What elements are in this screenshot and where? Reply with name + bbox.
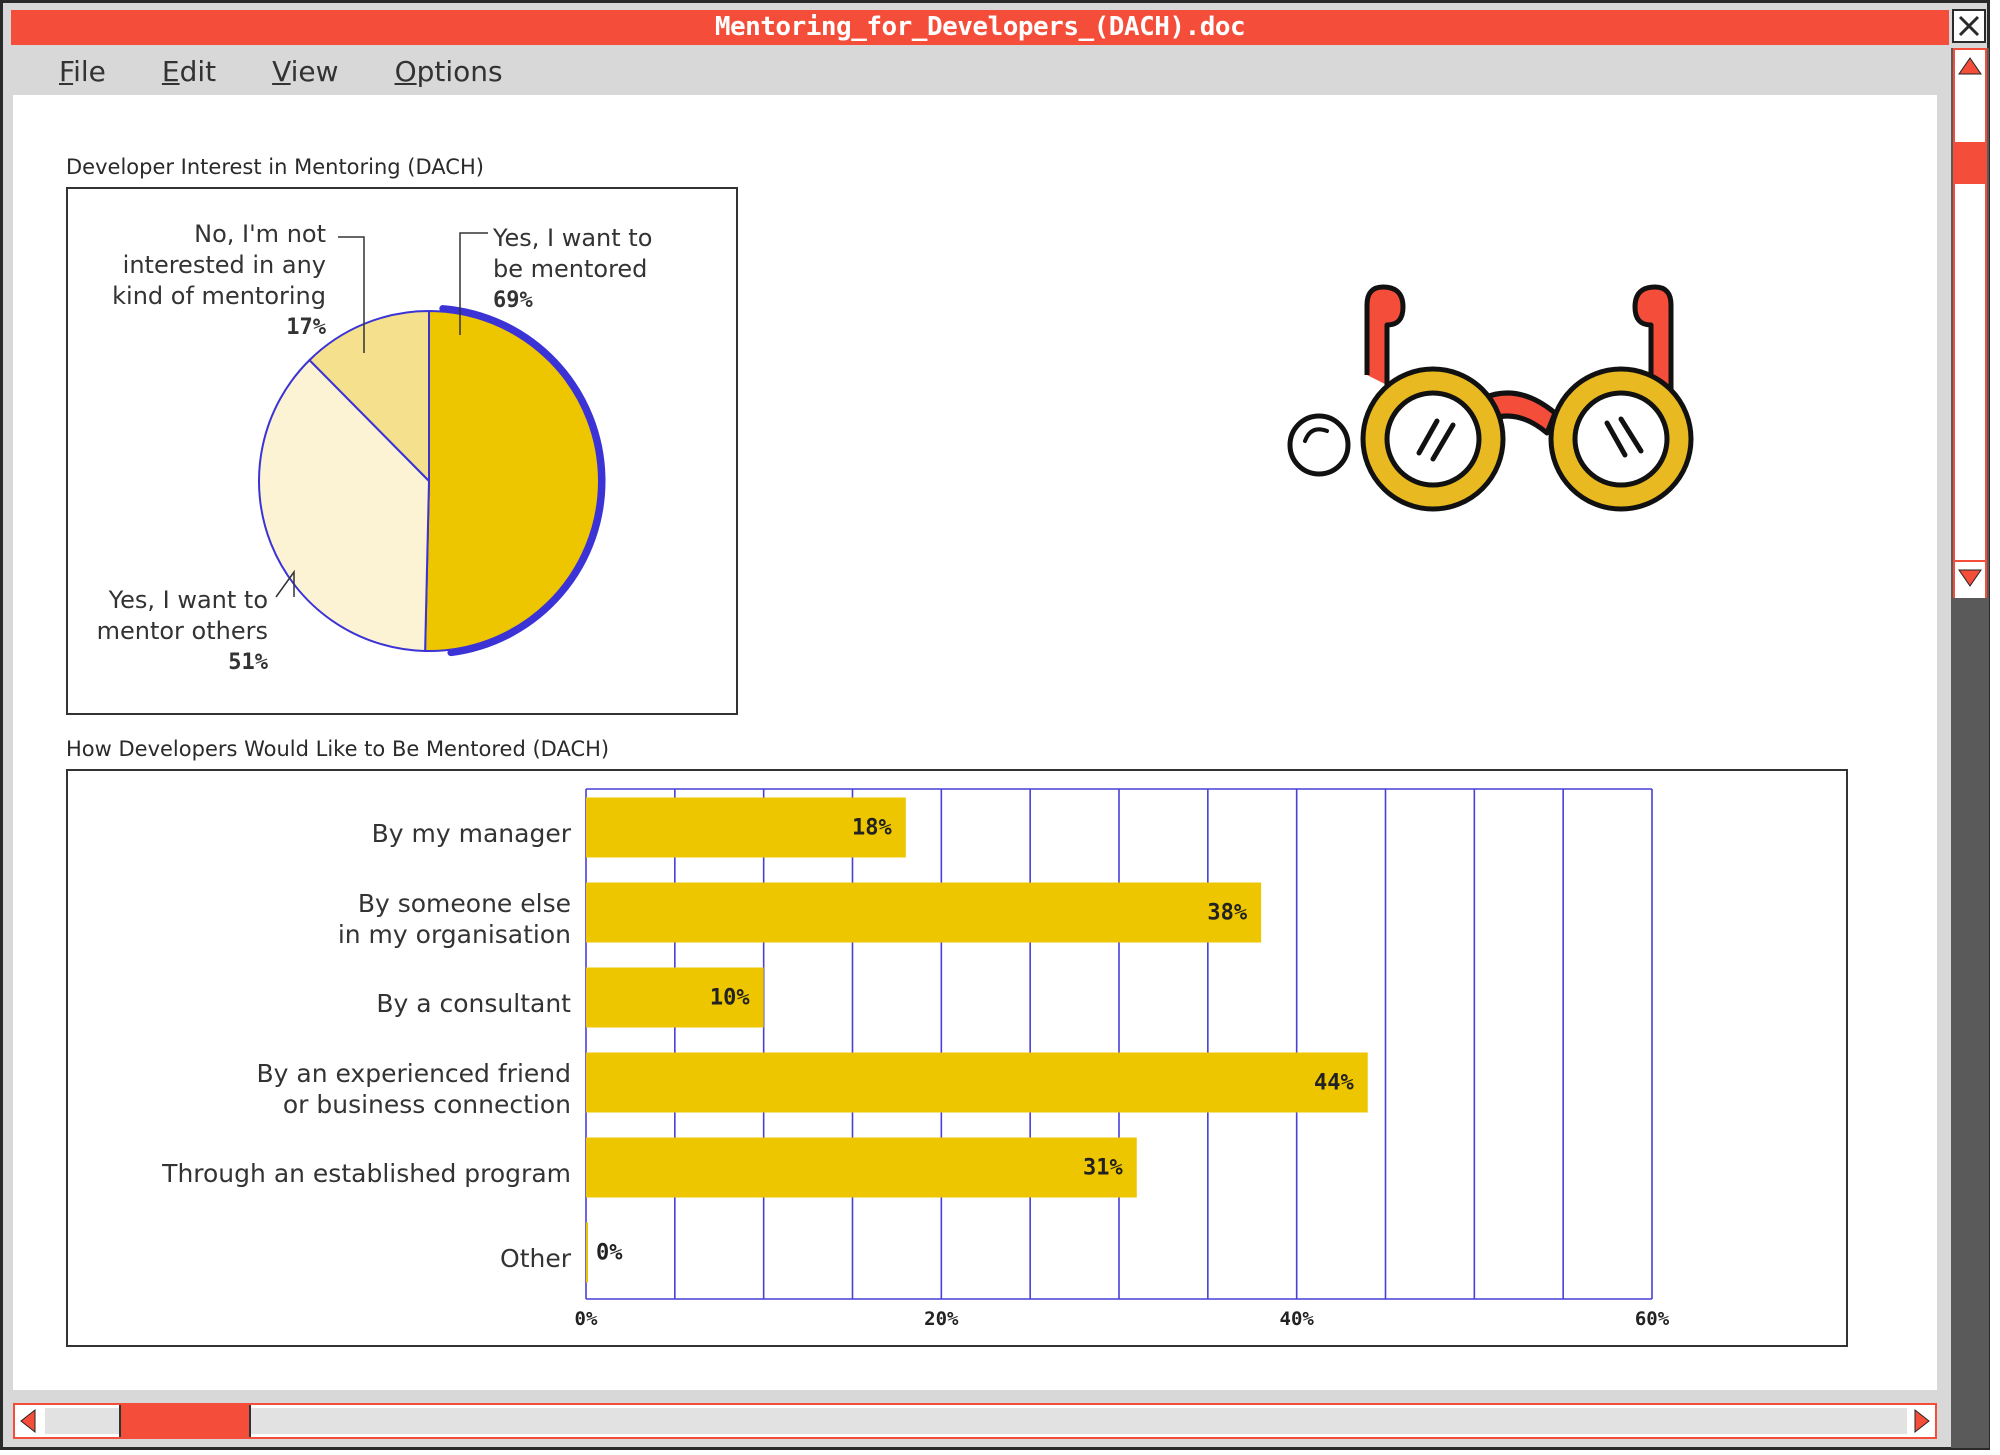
x-tick-label: 20% — [924, 1308, 959, 1330]
bar-category-label: By a consultant — [376, 989, 571, 1018]
pie-label-mentor-others-line1: Yes, I want to — [108, 586, 268, 614]
bar-category-label: Through an established program — [162, 1159, 571, 1188]
bar-category-labels: By my manager By someone else in my organ… — [68, 771, 571, 1345]
pie-label-not-interested-line2: interested in any — [122, 251, 326, 279]
x-tick-label: 60% — [1635, 1308, 1670, 1330]
bar-category-label: Other — [500, 1244, 571, 1273]
bar-chart-title: How Developers Would Like to Be Mentored… — [66, 737, 610, 761]
menu-edit[interactable]: Edit — [162, 55, 216, 88]
bar-chart-box: 0% 20% 40% 60% 18% 38% 10% 44% 31% 0% By my manag… — [66, 769, 1848, 1347]
pie-label-not-interested: No, I'm not interested in any kind of me… — [112, 219, 326, 343]
bar-1 — [586, 882, 1262, 943]
horizontal-scrollbar[interactable] — [13, 1403, 1937, 1439]
title-bar[interactable]: Mentoring_for_Developers_(DACH).doc — [11, 10, 1949, 45]
pie-value-not-interested: 17% — [286, 315, 326, 340]
pie-chart-title: Developer Interest in Mentoring (DACH) — [66, 155, 484, 179]
horizontal-scroll-track[interactable] — [45, 1408, 1925, 1434]
pie-label-mentor-others-line2: mentor others — [96, 617, 268, 645]
horizontal-scroll-thumb[interactable] — [119, 1405, 251, 1437]
arrow-down-icon — [1958, 569, 1982, 587]
pie-value-mentored: 69% — [493, 288, 533, 313]
document-area: Developer Interest in Mentoring (DACH) Y… — [13, 95, 1937, 1390]
bar-value-label: 10% — [710, 986, 750, 1011]
app-window: Mentoring_for_Developers_(DACH).doc File… — [0, 0, 1990, 1450]
vertical-scroll-track[interactable] — [1953, 48, 1987, 598]
bar-category-label: By someone else in my organisation — [337, 888, 571, 949]
bar-value-label: 44% — [1314, 1071, 1354, 1096]
close-button[interactable] — [1952, 9, 1986, 43]
menu-view[interactable]: View — [272, 55, 338, 88]
bar-4 — [586, 1137, 1137, 1198]
menu-options[interactable]: Options — [395, 55, 503, 88]
bar-value-label: 0% — [596, 1241, 623, 1266]
pie-label-mentored-line2: be mentored — [493, 255, 648, 283]
scroll-left-button[interactable] — [15, 1405, 43, 1437]
pie-label-not-interested-line1: No, I'm not — [194, 220, 326, 248]
arrow-left-icon — [20, 1408, 36, 1434]
pie-label-mentored: Yes, I want to be mentored 69% — [493, 223, 652, 316]
vertical-scroll-thumb[interactable] — [1955, 142, 1985, 184]
scroll-right-button[interactable] — [1907, 1405, 1935, 1437]
pie-chart-box: Yes, I want to be mentored 69% No, I'm n… — [66, 187, 738, 715]
menu-bar: File Edit View Options — [11, 47, 1939, 95]
x-tick-label: 0% — [575, 1308, 598, 1330]
scroll-down-button[interactable] — [1955, 560, 1985, 598]
close-icon — [1958, 15, 1980, 37]
pie-label-mentored-line1: Yes, I want to — [493, 224, 653, 252]
vertical-scrollbar[interactable] — [1951, 48, 1989, 1448]
x-tick-label: 40% — [1280, 1308, 1315, 1330]
leader-mentor-others — [275, 569, 295, 598]
pie-slice-0 — [424, 309, 601, 652]
pie-label-not-interested-line3: kind of mentoring — [112, 282, 326, 310]
arrow-right-icon — [1914, 1408, 1930, 1434]
pie-label-mentor-others: Yes, I want to mentor others 51% — [97, 585, 268, 678]
bar-5 — [586, 1222, 588, 1283]
scroll-up-button[interactable] — [1955, 50, 1985, 90]
glasses-icon — [1287, 284, 1694, 512]
pie-value-mentor-others: 51% — [228, 650, 268, 675]
bar-category-label: By an experienced friend or business con… — [256, 1058, 571, 1119]
bar-value-label: 38% — [1207, 901, 1247, 926]
bar-value-label: 18% — [852, 816, 892, 841]
bar-category-label: By my manager — [371, 819, 571, 848]
arrow-up-icon — [1958, 57, 1982, 75]
bar-3 — [586, 1052, 1368, 1113]
menu-file[interactable]: File — [59, 55, 106, 88]
window-title: Mentoring_for_Developers_(DACH).doc — [714, 12, 1246, 42]
bar-value-label: 31% — [1083, 1156, 1123, 1181]
